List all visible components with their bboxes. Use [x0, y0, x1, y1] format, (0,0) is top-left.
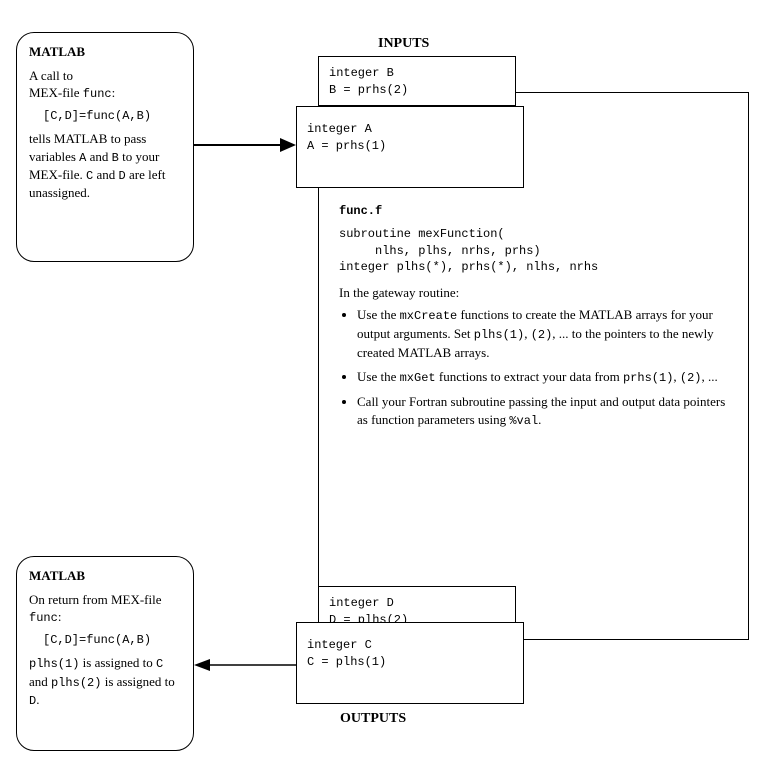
code-line: integer B	[329, 66, 394, 80]
code-block: [C,D]=func(A,B)	[43, 632, 181, 648]
text: and	[93, 167, 118, 182]
text: :	[58, 609, 62, 624]
text: .	[538, 412, 541, 427]
code-line: integer D	[329, 596, 394, 610]
matlab-return-box: MATLAB On return from MEX-file func: [C,…	[16, 556, 194, 751]
matlab-call-box: MATLAB A call to MEX-file func: [C,D]=fu…	[16, 32, 194, 262]
code-line: integer plhs(*), prhs(*), nlhs, nrhs	[339, 259, 732, 276]
text: A call to	[29, 68, 73, 83]
code-line: nlhs, plhs, nrhs, prhs)	[339, 243, 732, 260]
gateway-bullets: Use the mxCreate functions to create the…	[357, 306, 732, 430]
code-inline: func	[29, 611, 58, 625]
integer-b-box: integer B B = prhs(2)	[318, 56, 516, 106]
func-f-name: func.f	[339, 203, 732, 220]
text: is assigned to	[101, 674, 174, 689]
code-inline: plhs(2)	[51, 676, 101, 690]
outputs-heading: OUTPUTS	[340, 711, 406, 727]
text: MEX-file	[29, 85, 83, 100]
code-inline: prhs(1)	[623, 371, 673, 385]
code-inline: C	[156, 657, 163, 671]
gateway-heading: In the gateway routine:	[339, 284, 732, 302]
code-line: integer A	[307, 122, 372, 136]
text: and	[29, 674, 51, 689]
code-inline: (2)	[680, 371, 702, 385]
code-line: subroutine mexFunction(	[339, 226, 732, 243]
bullet-item: Use the mxGet functions to extract your …	[357, 368, 732, 387]
text: functions to extract your data from	[436, 369, 623, 384]
bullet-item: Use the mxCreate functions to create the…	[357, 306, 732, 362]
inputs-heading: INPUTS	[378, 36, 429, 52]
text: .	[36, 692, 39, 707]
text: On return from MEX-file	[29, 592, 162, 607]
arrow-left-icon	[194, 650, 296, 680]
arrow-right-icon	[194, 130, 296, 160]
bullet-item: Call your Fortran subroutine passing the…	[357, 393, 732, 430]
code-inline: D	[119, 169, 126, 183]
code-inline: mxGet	[400, 371, 436, 385]
code-inline: (2)	[531, 328, 553, 342]
matlab-return-title: MATLAB	[29, 567, 181, 585]
code-inline: %val	[509, 414, 538, 428]
code-block: [C,D]=func(A,B)	[43, 108, 181, 124]
code-line: A = prhs(1)	[307, 139, 386, 153]
text: Use the	[357, 307, 400, 322]
text: , ...	[702, 369, 718, 384]
text: and	[86, 149, 111, 164]
code-inline: func	[83, 87, 112, 101]
integer-c-box: integer C C = plhs(1)	[296, 622, 524, 704]
code-line: C = plhs(1)	[307, 655, 386, 669]
code-inline: B	[112, 151, 119, 165]
text: is assigned to	[79, 655, 156, 670]
text: Use the	[357, 369, 400, 384]
matlab-call-title: MATLAB	[29, 43, 181, 61]
code-line: integer C	[307, 638, 372, 652]
code-line: B = prhs(2)	[329, 83, 408, 97]
text: :	[112, 85, 116, 100]
code-inline: plhs(1)	[29, 657, 79, 671]
integer-a-box: integer A A = prhs(1)	[296, 106, 524, 188]
code-inline: mxCreate	[400, 309, 458, 323]
code-inline: plhs(1)	[474, 328, 524, 342]
